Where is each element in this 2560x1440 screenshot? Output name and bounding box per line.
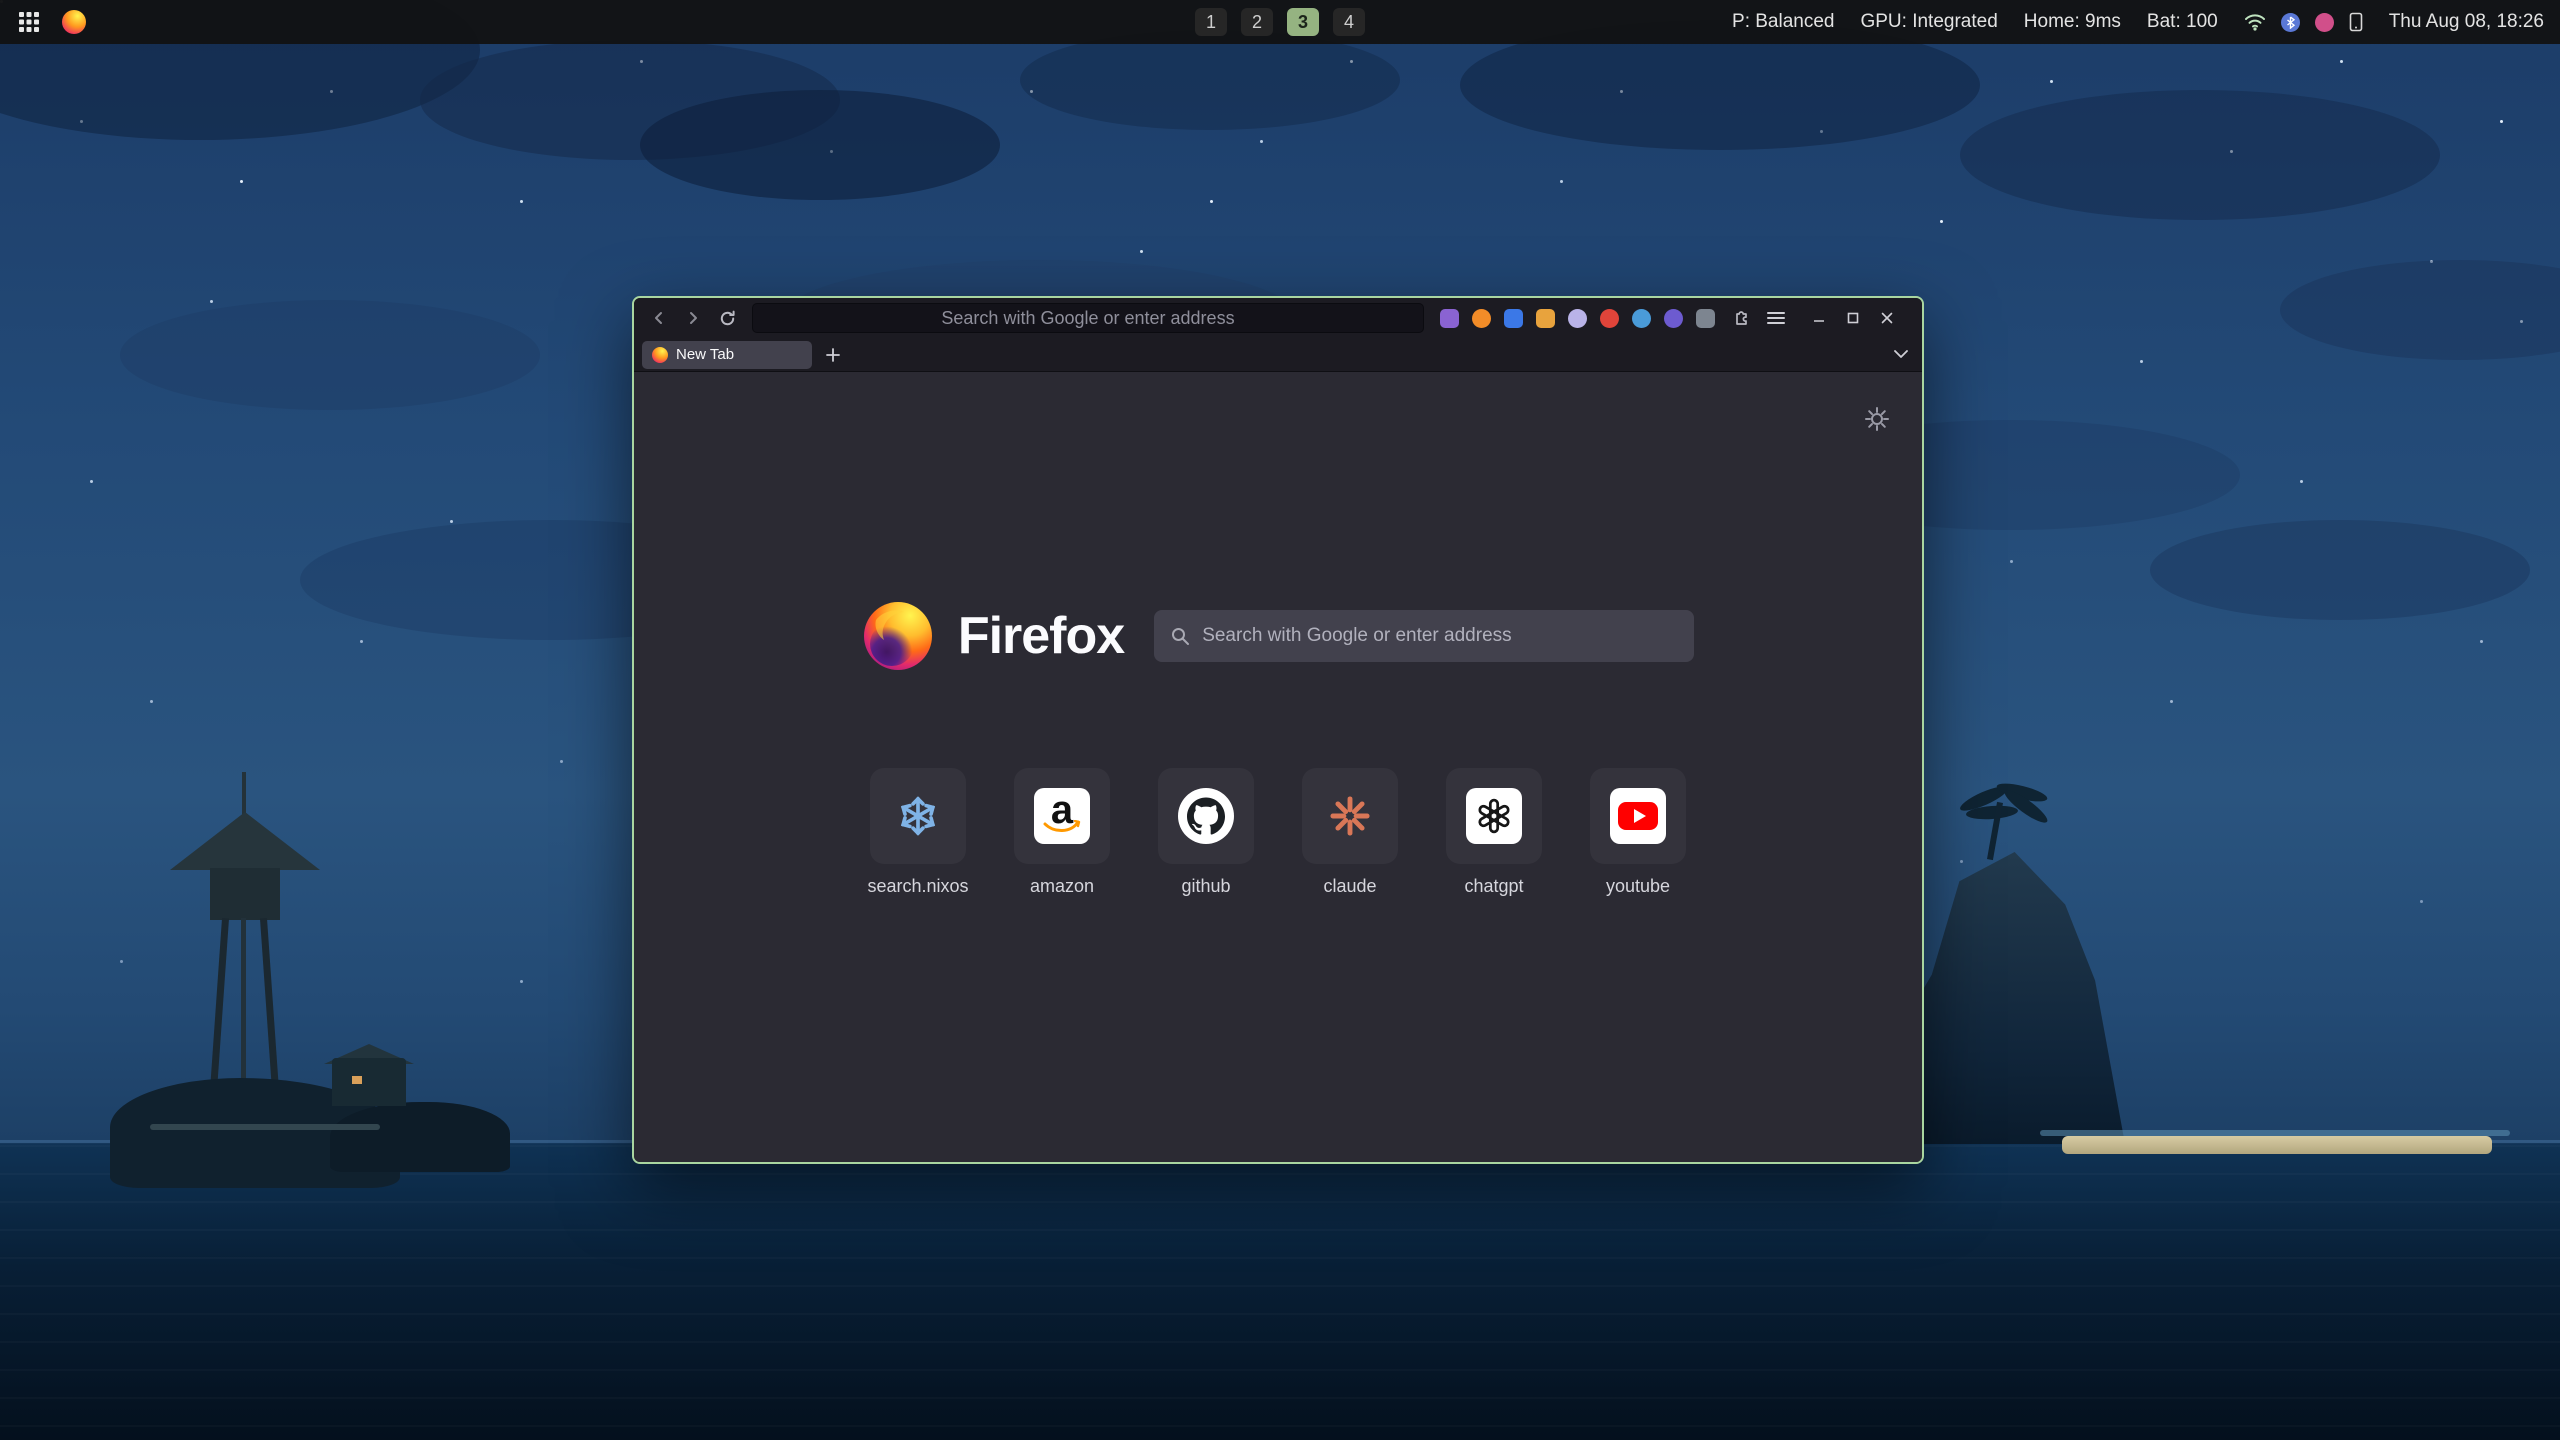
browser-toolbar (634, 298, 1922, 338)
newtab-search[interactable] (1154, 610, 1694, 662)
chatgpt-icon (1466, 788, 1522, 844)
workspace-switcher: 1 2 3 4 (1195, 0, 1365, 44)
apps-grid-icon (18, 11, 40, 33)
shortcut-claude[interactable]: claude (1302, 768, 1398, 897)
personalize-gear-button[interactable] (1864, 406, 1890, 437)
maximize-button[interactable] (1839, 304, 1867, 332)
back-arrow-icon (651, 310, 667, 326)
gpu-module[interactable]: GPU: Integrated (1860, 11, 1997, 33)
back-button[interactable] (644, 303, 674, 333)
youtube-icon (1610, 788, 1666, 844)
address-bar[interactable] (752, 303, 1424, 333)
nixos-icon (896, 794, 940, 838)
new-tab-page: Firefox (634, 372, 1922, 1162)
wallpaper-cloud (1020, 30, 1400, 130)
puzzle-icon (1733, 309, 1751, 327)
shortcut-label: amazon (1030, 876, 1094, 897)
shortcut-tiles: search.nixos a amazon (634, 768, 1922, 897)
extensions-button[interactable] (1727, 303, 1757, 333)
newtab-hero: Firefox (634, 600, 1922, 672)
extension-3-icon[interactable] (1504, 309, 1523, 328)
extension-2-icon[interactable] (1472, 309, 1491, 328)
app-launcher-button[interactable] (14, 7, 44, 37)
extension-6-icon[interactable] (1600, 309, 1619, 328)
extension-9-icon[interactable] (1696, 309, 1715, 328)
shortcut-label: claude (1323, 876, 1376, 897)
extension-icons-row (1440, 309, 1715, 328)
extension-4-icon[interactable] (1536, 309, 1555, 328)
tab-title: New Tab (676, 346, 734, 363)
wifi-icon[interactable] (2244, 13, 2266, 31)
extension-7-icon[interactable] (1632, 309, 1651, 328)
shortcut-label: github (1181, 876, 1230, 897)
wallpaper-tower-cabin (210, 868, 280, 920)
workspace-button-2[interactable]: 2 (1241, 8, 1273, 36)
minimize-icon (1813, 312, 1825, 324)
newtab-search-input[interactable] (1202, 625, 1678, 647)
shortcut-amazon[interactable]: a amazon (1014, 768, 1110, 897)
wallpaper-hut (332, 1058, 406, 1106)
wallpaper-beach (2062, 1136, 2492, 1154)
shortcut-label: chatgpt (1464, 876, 1523, 897)
wallpaper-hut-window (352, 1076, 362, 1084)
wallpaper-waves (0, 1145, 2560, 1440)
firefox-favicon-icon (652, 347, 668, 363)
address-input[interactable] (753, 304, 1423, 332)
wallpaper-rocks (330, 1102, 510, 1172)
shortcut-chatgpt[interactable]: chatgpt (1446, 768, 1542, 897)
search-icon (1170, 626, 1190, 646)
clock[interactable]: Thu Aug 08, 18:26 (2389, 11, 2544, 33)
workspace-button-4[interactable]: 4 (1333, 8, 1365, 36)
bluetooth-icon[interactable] (2281, 13, 2300, 32)
wallpaper-cloud (2150, 520, 2530, 620)
workspace-button-3-active[interactable]: 3 (1287, 8, 1319, 36)
wallpaper-cloud (120, 300, 540, 410)
amazon-icon: a (1034, 788, 1090, 844)
maximize-icon (1847, 312, 1859, 324)
minimize-button[interactable] (1805, 304, 1833, 332)
firefox-logo (862, 600, 934, 672)
extension-8-icon[interactable] (1664, 309, 1683, 328)
menu-button[interactable] (1761, 303, 1791, 333)
hamburger-icon (1767, 311, 1785, 325)
power-profile-module[interactable]: P: Balanced (1732, 11, 1834, 33)
shortcut-github[interactable]: github (1158, 768, 1254, 897)
plus-icon (826, 348, 840, 362)
gear-icon (1864, 406, 1890, 432)
firefox-wordmark: Firefox (958, 606, 1124, 666)
shortcut-label: youtube (1606, 876, 1670, 897)
forward-arrow-icon (685, 310, 701, 326)
tab-list-button[interactable] (1888, 342, 1914, 368)
latency-module[interactable]: Home: 9ms (2024, 11, 2121, 33)
tab-new-tab[interactable]: New Tab (642, 341, 812, 369)
shortcut-label: search.nixos (867, 876, 968, 897)
tab-bar: New Tab (634, 338, 1922, 372)
shortcut-search-nixos[interactable]: search.nixos (870, 768, 966, 897)
github-icon (1178, 788, 1234, 844)
close-button[interactable] (1873, 304, 1901, 332)
chevron-down-icon (1894, 350, 1908, 359)
media-icon[interactable] (2315, 13, 2334, 32)
desktop: 1 2 3 4 P: Balanced GPU: Integrated Home… (0, 0, 2560, 1440)
close-icon (1881, 312, 1893, 324)
window-controls (1805, 304, 1901, 332)
firefox-window: New Tab (632, 296, 1924, 1164)
reload-icon (719, 310, 736, 327)
new-tab-button[interactable] (820, 342, 846, 368)
battery-module[interactable]: Bat: 100 (2147, 11, 2218, 33)
reload-button[interactable] (712, 303, 742, 333)
wallpaper-tower (242, 772, 246, 818)
claude-icon (1328, 794, 1372, 838)
firefox-launcher-icon[interactable] (62, 10, 86, 34)
status-bar: 1 2 3 4 P: Balanced GPU: Integrated Home… (0, 0, 2560, 44)
wallpaper-walkway (150, 1124, 380, 1130)
extension-1-icon[interactable] (1440, 309, 1459, 328)
forward-button[interactable] (678, 303, 708, 333)
shortcut-youtube[interactable]: youtube (1590, 768, 1686, 897)
tablet-icon[interactable] (2349, 12, 2363, 32)
wallpaper-cloud (640, 90, 1000, 200)
workspace-button-1[interactable]: 1 (1195, 8, 1227, 36)
extension-5-icon[interactable] (1568, 309, 1587, 328)
wallpaper-cloud (1960, 90, 2440, 220)
